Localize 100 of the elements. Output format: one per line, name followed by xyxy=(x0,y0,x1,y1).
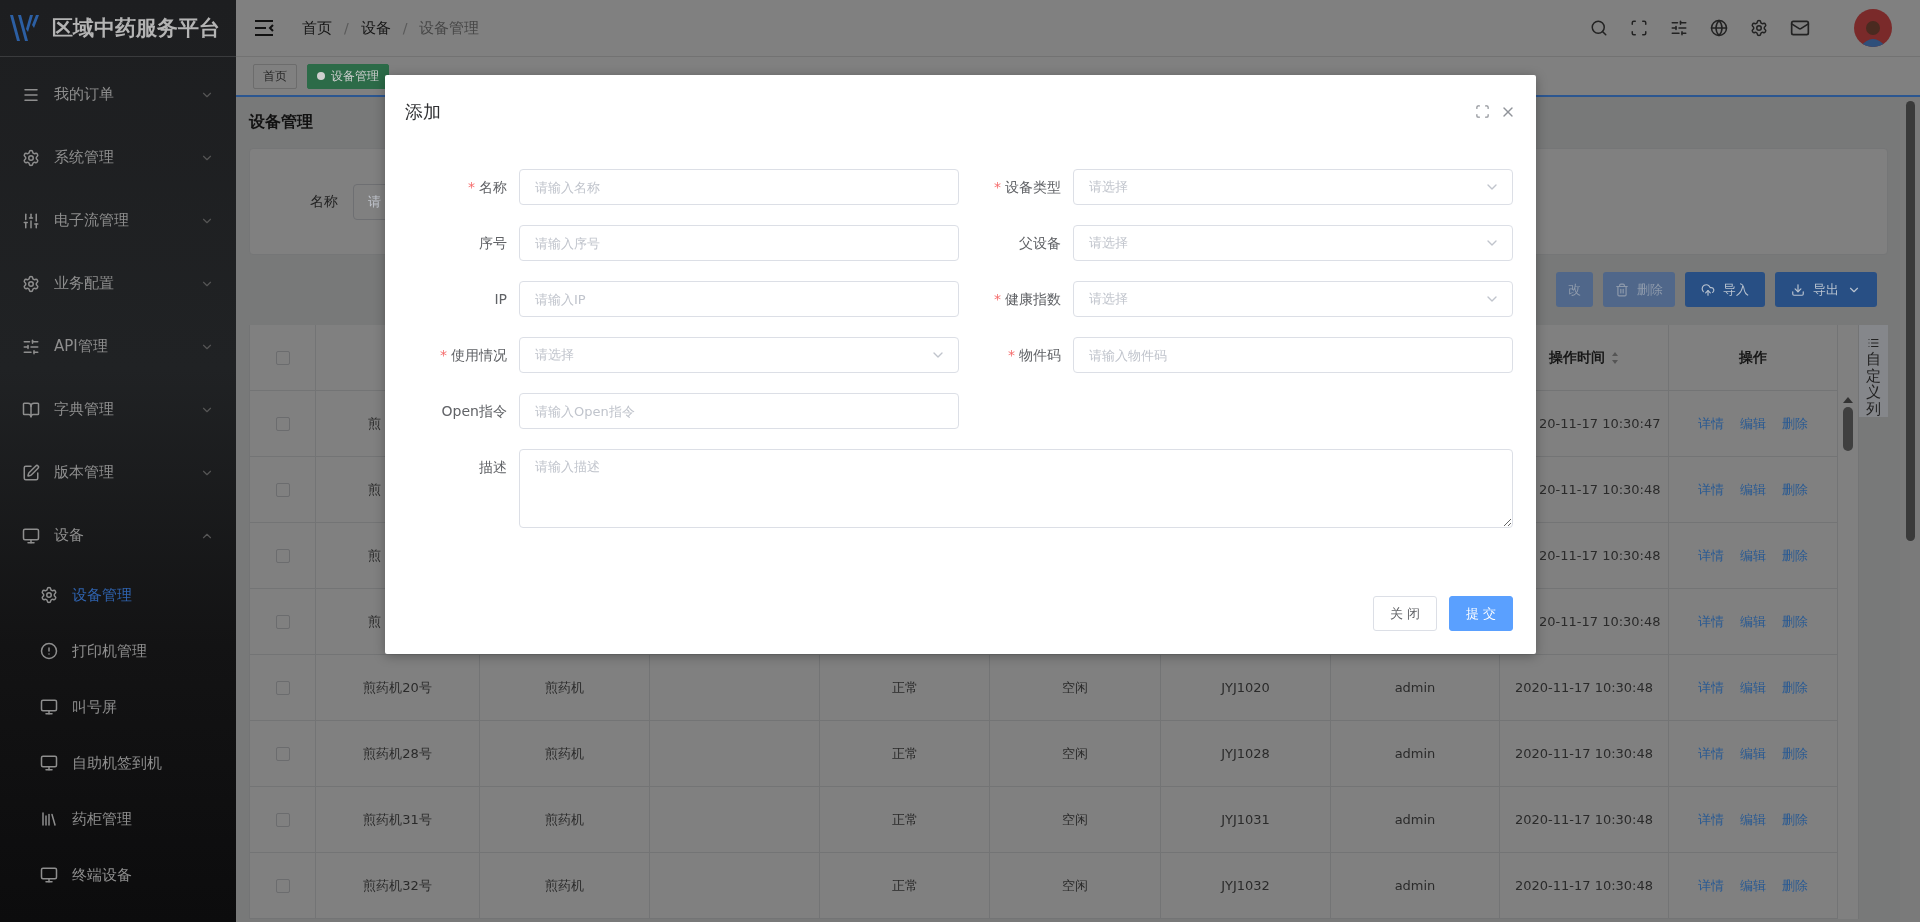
table-cell: admin xyxy=(1394,812,1436,827)
sidebar-subitem[interactable]: 打印机管理 xyxy=(0,623,236,679)
table-cell: 煎药机31号 xyxy=(363,810,432,829)
scroll-up-icon[interactable] xyxy=(1842,397,1853,403)
table-cell: 20-11-17 10:30:48 xyxy=(1539,548,1661,563)
import-icon xyxy=(1701,282,1715,297)
menu-toggle-icon[interactable] xyxy=(254,20,274,36)
action-link[interactable]: 编辑 xyxy=(1740,810,1766,829)
sidebar-subitem[interactable]: 药柜管理 xyxy=(0,791,236,847)
import-button[interactable]: 导入 xyxy=(1685,272,1765,307)
avatar[interactable] xyxy=(1854,9,1892,47)
action-link[interactable]: 详情 xyxy=(1698,810,1724,829)
table-cell: 空闲 xyxy=(1062,744,1088,763)
sidebar-item[interactable]: 系统管理 xyxy=(0,126,236,189)
settings-icon[interactable] xyxy=(1750,19,1768,37)
select-field[interactable]: 请选择 xyxy=(519,337,959,373)
sidebar-item[interactable]: 电子流管理 xyxy=(0,189,236,252)
app-title: 区域中药服务平台 xyxy=(52,15,220,42)
globe-icon[interactable] xyxy=(1710,19,1728,37)
sidebar-subitem[interactable]: 设备管理 xyxy=(0,567,236,623)
field-label: 序号 xyxy=(478,234,508,253)
table-cell: 2020-11-17 10:30:48 xyxy=(1514,746,1654,761)
sidebar-subitem[interactable]: 终端设备 xyxy=(0,847,236,903)
action-link[interactable]: 详情 xyxy=(1698,876,1724,895)
action-link[interactable]: 删除 xyxy=(1782,810,1808,829)
action-link[interactable]: 删除 xyxy=(1782,744,1808,763)
action-link[interactable]: 详情 xyxy=(1698,678,1724,697)
breadcrumb-link[interactable]: 首页 xyxy=(302,18,332,38)
action-link[interactable]: 编辑 xyxy=(1740,546,1766,565)
table-cell: 正常 xyxy=(891,810,918,829)
page-tab[interactable]: 首页 xyxy=(253,63,297,89)
close-button[interactable]: 关 闭 xyxy=(1373,596,1437,631)
select-field[interactable]: 请选择 xyxy=(1073,281,1513,317)
export-icon xyxy=(1791,282,1805,297)
table-cell: 煎药机 xyxy=(545,678,584,697)
field-label: * 物件码 xyxy=(1007,346,1062,365)
dialog-title: 添加 xyxy=(405,100,441,124)
sort-icon[interactable] xyxy=(1611,350,1619,365)
select-field[interactable]: 请选择 xyxy=(1073,169,1513,205)
input-field[interactable]: 请输入IP xyxy=(519,281,959,317)
sidebar-item[interactable]: 字典管理 xyxy=(0,378,236,441)
sidebar-item[interactable]: 设备 xyxy=(0,504,236,567)
action-link[interactable]: 删除 xyxy=(1782,414,1808,433)
table-cell: 煎药机 xyxy=(545,810,584,829)
sidebar-subitem[interactable]: 自助机签到机 xyxy=(0,735,236,791)
delete-icon xyxy=(1615,282,1629,297)
field-label: IP xyxy=(493,290,508,309)
textarea-field[interactable]: 请输入描述 xyxy=(519,449,1513,528)
action-link[interactable]: 删除 xyxy=(1782,876,1808,895)
action-link[interactable]: 编辑 xyxy=(1740,744,1766,763)
action-link[interactable]: 删除 xyxy=(1782,678,1808,697)
mail-icon[interactable] xyxy=(1790,18,1810,38)
input-field[interactable]: 请输入物件码 xyxy=(1073,337,1513,373)
action-link[interactable]: 详情 xyxy=(1698,480,1724,499)
action-link[interactable]: 编辑 xyxy=(1740,876,1766,895)
action-link[interactable]: 编辑 xyxy=(1740,612,1766,631)
table-cell: 2020-11-17 10:30:48 xyxy=(1514,878,1654,893)
sidebar-item[interactable]: 业务配置 xyxy=(0,252,236,315)
select-field[interactable]: 请选择 xyxy=(1073,225,1513,261)
table-cell: admin xyxy=(1394,680,1436,695)
table-cell: 煎 xyxy=(368,612,381,631)
column-header: 操作时间 xyxy=(1549,348,1605,367)
table-cell: 正常 xyxy=(891,744,918,763)
action-link[interactable]: 编辑 xyxy=(1740,678,1766,697)
action-link[interactable]: 详情 xyxy=(1698,414,1724,433)
input-field[interactable]: 请输入序号 xyxy=(519,225,959,261)
action-link[interactable]: 详情 xyxy=(1698,612,1724,631)
page-tab[interactable]: 设备管理 xyxy=(307,63,389,89)
list-icon xyxy=(1866,337,1880,349)
scrollbar-thumb[interactable] xyxy=(1905,101,1915,541)
table-cell: 20-11-17 10:30:48 xyxy=(1539,614,1661,629)
breadcrumb-separator: / xyxy=(402,20,408,36)
action-link[interactable]: 删除 xyxy=(1782,612,1808,631)
input-field[interactable]: 请输入名称 xyxy=(519,169,959,205)
field-label: * 健康指数 xyxy=(993,290,1062,309)
sidebar-item[interactable]: API管理 xyxy=(0,315,236,378)
sidebar-subitem[interactable]: 叫号屏 xyxy=(0,679,236,735)
sliders-icon[interactable] xyxy=(1670,19,1688,37)
action-link[interactable]: 编辑 xyxy=(1740,480,1766,499)
fullscreen-icon[interactable] xyxy=(1475,104,1490,119)
action-link[interactable]: 编辑 xyxy=(1740,414,1766,433)
action-link[interactable]: 删除 xyxy=(1782,480,1808,499)
search-icon[interactable] xyxy=(1590,19,1608,37)
input-field[interactable]: 请输入Open指令 xyxy=(519,393,959,429)
table-cell: 2020-11-17 10:30:48 xyxy=(1514,680,1654,695)
action-link[interactable]: 详情 xyxy=(1698,546,1724,565)
fullscreen-icon[interactable] xyxy=(1630,19,1648,37)
submit-button[interactable]: 提 交 xyxy=(1449,596,1513,631)
table-cell: admin xyxy=(1394,878,1436,893)
export-button[interactable]: 导出 xyxy=(1775,272,1877,307)
breadcrumb-link[interactable]: 设备 xyxy=(360,18,391,38)
sidebar-item[interactable]: 版本管理 xyxy=(0,441,236,504)
customize-columns-tab[interactable]: 自定义列 xyxy=(1858,325,1888,417)
table-cell: 20-11-17 10:30:47 xyxy=(1539,416,1661,431)
action-link[interactable]: 详情 xyxy=(1698,744,1724,763)
sidebar-item[interactable]: 我的订单 xyxy=(0,63,236,126)
field-label: Open指令 xyxy=(440,402,508,421)
scrollbar-thumb[interactable] xyxy=(1842,407,1853,451)
table-cell: 空闲 xyxy=(1062,810,1088,829)
action-link[interactable]: 删除 xyxy=(1782,546,1808,565)
